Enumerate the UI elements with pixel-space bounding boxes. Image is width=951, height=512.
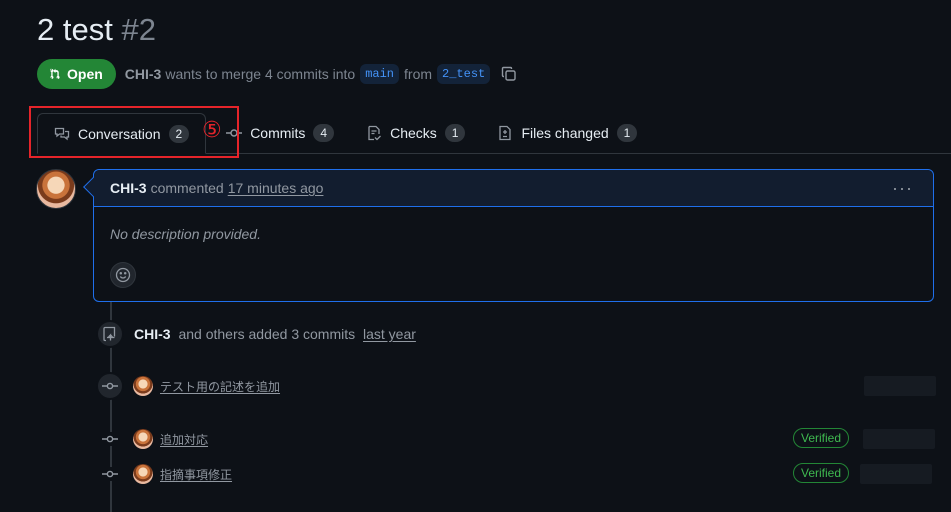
- commit-message-link[interactable]: テスト用の記述を追加: [160, 378, 280, 395]
- state-badge: Open: [37, 59, 116, 89]
- git-pull-request-icon: [50, 68, 60, 80]
- pr-meta: Open CHI-3 wants to merge 4 commits into…: [37, 59, 517, 89]
- verified-badge[interactable]: Verified: [793, 428, 850, 448]
- commit-row: 追加対応 Verified: [96, 428, 951, 450]
- commit-sha[interactable]: [863, 429, 935, 449]
- commit-sha[interactable]: [864, 376, 936, 396]
- comment-timestamp-link[interactable]: 17 minutes ago: [228, 180, 324, 196]
- copy-icon: [502, 66, 516, 81]
- tab-files-changed-label: Files changed: [521, 125, 609, 141]
- event-timestamp-link[interactable]: last year: [363, 326, 416, 342]
- from-text: from: [404, 66, 433, 82]
- tab-commits-count: 4: [313, 124, 335, 142]
- tab-conversation-label: Conversation: [78, 125, 161, 142]
- comment-body: No description provided.: [110, 226, 261, 242]
- git-commit-icon: [102, 470, 118, 478]
- pr-author-link[interactable]: CHI-3: [125, 66, 162, 82]
- pr-description-comment: CHI-3 commented 17 minutes ago ··· No de…: [83, 169, 934, 302]
- tab-commits[interactable]: Commits 4: [210, 113, 350, 153]
- commits-added-event: CHI-3 and others added 3 commits last ye…: [134, 326, 416, 342]
- avatar[interactable]: [36, 169, 76, 209]
- repo-push-icon: [103, 326, 116, 342]
- tab-checks[interactable]: Checks 1: [350, 113, 481, 153]
- event-author-link[interactable]: CHI-3: [134, 326, 171, 342]
- commit-row: 指摘事項修正 Verified: [96, 463, 951, 485]
- annotation-step-marker: ⑤: [202, 117, 222, 142]
- tab-conversation[interactable]: Conversation 2: [37, 113, 207, 154]
- copy-branch-button[interactable]: [501, 66, 517, 82]
- commit-message-link[interactable]: 追加対応: [160, 431, 208, 448]
- timeline-badge: [96, 320, 124, 348]
- commit-dot: [101, 432, 119, 446]
- pr-number: #2: [121, 12, 156, 47]
- head-branch[interactable]: 2_test: [437, 64, 491, 84]
- event-text: and others added 3 commits: [178, 326, 356, 342]
- commit-sha[interactable]: [860, 464, 932, 484]
- tab-files-changed[interactable]: Files changed 1: [481, 113, 653, 153]
- comment-header: CHI-3 commented 17 minutes ago ···: [94, 170, 933, 207]
- pr-title: 2 test #2: [37, 12, 156, 48]
- kebab-menu-icon[interactable]: ···: [892, 178, 913, 199]
- comment-discussion-icon: [54, 127, 70, 140]
- comment-author-link[interactable]: CHI-3: [110, 180, 147, 196]
- commit-row: テスト用の記述を追加: [96, 375, 951, 397]
- base-branch[interactable]: main: [360, 64, 400, 84]
- commit-avatar[interactable]: [133, 376, 153, 396]
- git-commit-icon: [226, 129, 243, 137]
- commit-dot: [101, 467, 119, 481]
- tab-checks-count: 1: [444, 124, 466, 142]
- checklist-icon: [368, 125, 382, 141]
- git-commit-icon: [102, 435, 118, 443]
- file-diff-icon: [499, 125, 512, 141]
- pr-title-text: 2 test: [37, 12, 113, 47]
- commit-avatar[interactable]: [133, 464, 153, 484]
- tab-files-changed-count: 1: [616, 124, 638, 142]
- state-label: Open: [67, 66, 103, 82]
- commit-avatar[interactable]: [133, 429, 153, 449]
- verified-badge[interactable]: Verified: [793, 463, 850, 483]
- tab-checks-label: Checks: [390, 125, 437, 141]
- comment-action: commented: [150, 180, 224, 196]
- tab-conversation-count: 2: [168, 124, 190, 143]
- tab-commits-label: Commits: [250, 125, 306, 141]
- commit-message-link[interactable]: 指摘事項修正: [160, 466, 232, 483]
- add-reaction-button[interactable]: [110, 262, 136, 288]
- pr-tabs: Conversation 2 Commits 4 Checks 1 Files …: [37, 113, 951, 154]
- merge-text: wants to merge 4 commits into: [165, 66, 356, 82]
- smiley-icon: [115, 267, 131, 283]
